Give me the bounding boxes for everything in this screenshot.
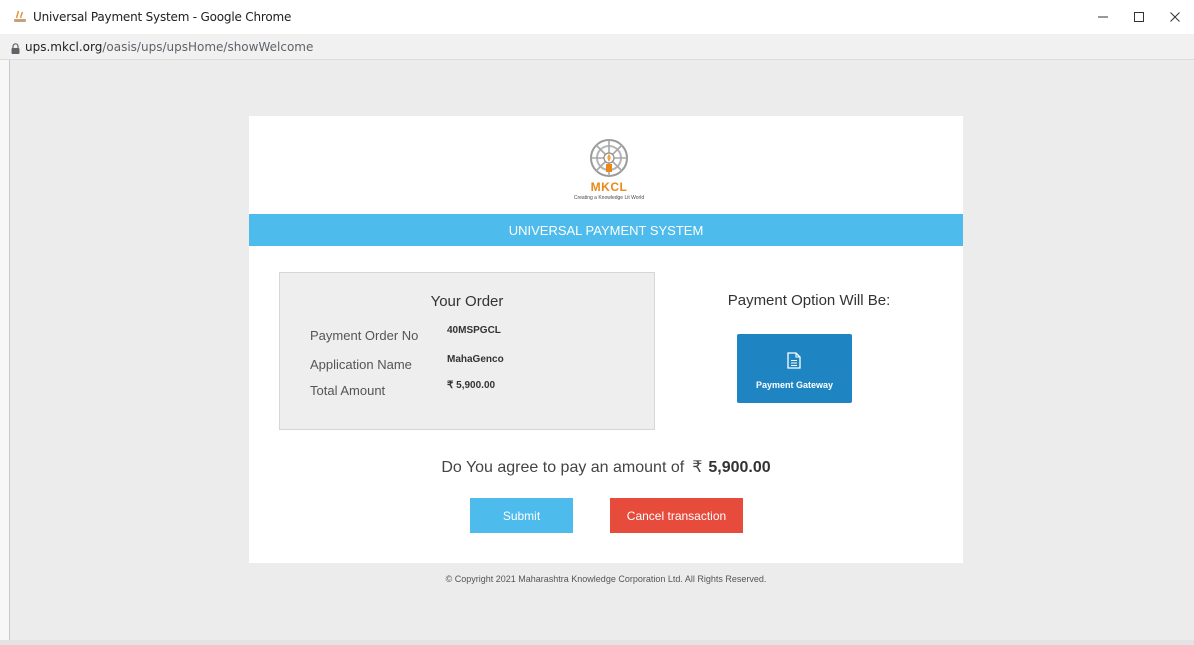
minimize-icon — [1098, 16, 1108, 18]
maximize-button[interactable] — [1124, 5, 1154, 29]
maximize-icon — [1134, 12, 1144, 22]
system-title-banner: UNIVERSAL PAYMENT SYSTEM — [249, 214, 963, 246]
order-row-label: Payment Order No — [310, 328, 419, 343]
order-row-value: 40MSPGCL — [447, 325, 501, 336]
left-window-edge — [0, 60, 9, 640]
address-bar[interactable]: ups.mkcl.org/oasis/ups/upsHome/showWelco… — [0, 34, 1194, 60]
logo-tagline: Creating a Knowledge Lit World — [573, 195, 645, 201]
agree-text: Do You agree to pay an amount of — [441, 459, 685, 476]
order-row-value: ₹ 5,900.00 — [447, 380, 496, 391]
window-title: Universal Payment System - Google Chrome — [33, 10, 292, 24]
agree-amount: 5,900.00 — [708, 459, 771, 476]
banner-title: UNIVERSAL PAYMENT SYSTEM — [508, 222, 704, 238]
order-summary-panel: Your Order Payment Order No 40MSPGCL App… — [279, 272, 655, 430]
order-row-application-name: Application Name MahaGenco — [310, 354, 640, 375]
payment-card: MKCL Creating a Knowledge Lit World UNIV… — [249, 116, 963, 563]
order-title: Your Order — [430, 293, 504, 310]
cancel-transaction-button[interactable]: Cancel transaction — [610, 498, 743, 533]
order-row-label: Total Amount — [310, 383, 386, 398]
logo-name: MKCL — [590, 180, 628, 194]
lock-icon — [11, 41, 20, 59]
order-row-value: MahaGenco — [447, 354, 504, 365]
copyright-footer: © Copyright 2021 Maharashtra Knowledge C… — [445, 574, 767, 584]
submit-label: Submit — [502, 508, 541, 523]
url-text: ups.mkcl.org/oasis/ups/upsHome/showWelco… — [25, 40, 313, 54]
close-window-button[interactable] — [1160, 5, 1190, 29]
rupee-symbol: ₹ — [692, 459, 703, 476]
url-host: ups.mkcl.org — [25, 40, 103, 54]
payment-option-heading: Payment Option Will Be: — [727, 292, 891, 309]
java-app-icon — [13, 10, 27, 24]
url-path: /oasis/ups/upsHome/showWelcome — [102, 40, 314, 54]
order-row-total-amount: Total Amount ₹ 5,900.00 — [310, 380, 640, 401]
minimize-button[interactable] — [1088, 5, 1118, 29]
agree-statement: Do You agree to pay an amount of ₹5,900.0… — [249, 457, 963, 477]
submit-button[interactable]: Submit — [470, 498, 573, 533]
cancel-label: Cancel transaction — [626, 508, 727, 523]
mkcl-logo: MKCL Creating a Knowledge Lit World — [554, 136, 664, 206]
document-icon — [787, 352, 801, 374]
order-row-payment-order-no: Payment Order No 40MSPGCL — [310, 325, 640, 346]
order-row-label: Application Name — [310, 357, 412, 372]
window-titlebar: Universal Payment System - Google Chrome — [0, 0, 1194, 34]
payment-gateway-label: Payment Gateway — [755, 380, 834, 390]
mkcl-emblem-icon — [590, 139, 628, 177]
taskbar-strip — [0, 640, 1194, 645]
payment-gateway-button[interactable]: Payment Gateway — [737, 334, 852, 403]
close-icon — [1170, 12, 1180, 22]
